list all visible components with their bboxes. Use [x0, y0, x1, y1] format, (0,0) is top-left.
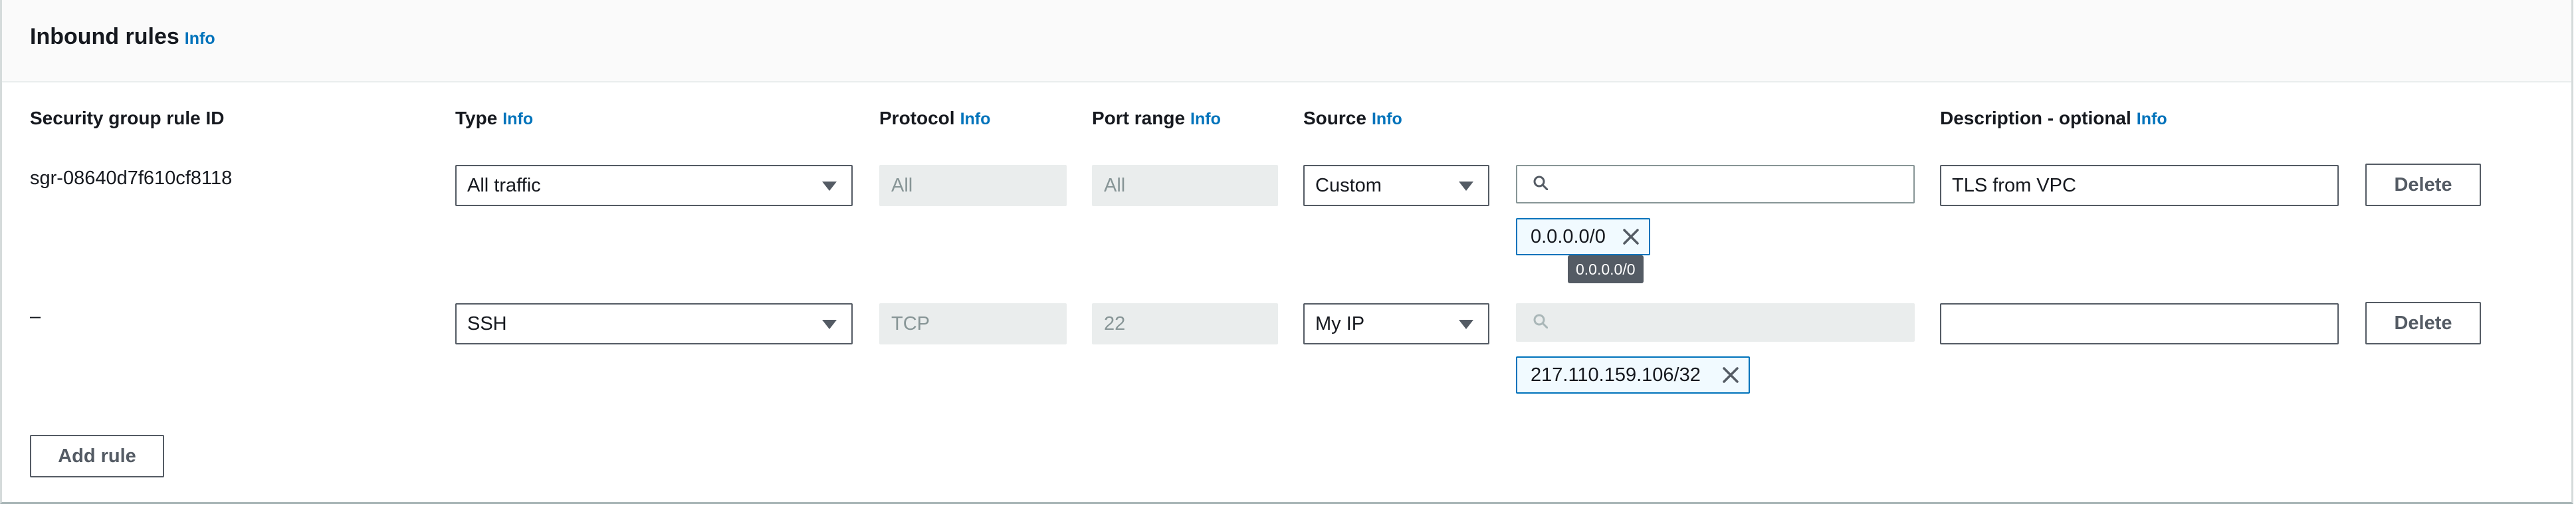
- column-label: Protocol: [879, 108, 955, 128]
- search-icon: [1533, 314, 1548, 328]
- select-value: SSH: [467, 313, 507, 334]
- rule-id: sgr-08640d7f610cf8118: [30, 168, 233, 189]
- column-header-source: Source Info: [1303, 108, 1402, 129]
- column-label: Port range: [1092, 108, 1186, 128]
- source-token: 217.110.159.106/32: [1516, 356, 1750, 394]
- info-link[interactable]: Info: [2137, 110, 2167, 128]
- source-select[interactable]: Custom: [1303, 165, 1489, 206]
- search-icon: [1533, 176, 1548, 190]
- column-header-rule-id: Security group rule ID: [30, 108, 225, 129]
- select-value: Custom: [1315, 175, 1382, 196]
- select-value: All traffic: [467, 175, 541, 196]
- column-label: Source: [1303, 108, 1366, 128]
- token-label: 217.110.159.106/32: [1531, 364, 1701, 386]
- inbound-rules-panel: Inbound rules Info Security group rule ID…: [0, 0, 2573, 504]
- description-input[interactable]: [1940, 303, 2339, 344]
- delete-button[interactable]: Delete: [2365, 302, 2481, 344]
- source-search-input[interactable]: [1516, 165, 1915, 203]
- source-select[interactable]: My IP: [1303, 303, 1489, 344]
- caret-down-icon: [1459, 182, 1473, 191]
- column-label: Description - optional: [1940, 108, 2131, 128]
- caret-down-icon: [822, 182, 837, 191]
- token-tooltip: 0.0.0.0/0: [1568, 255, 1644, 283]
- column-header-description: Description - optional Info: [1940, 108, 2167, 129]
- info-link[interactable]: Info: [960, 110, 991, 128]
- add-rule-button[interactable]: Add rule: [30, 435, 164, 477]
- source-search-input: [1516, 303, 1915, 342]
- delete-button[interactable]: Delete: [2365, 164, 2481, 206]
- column-header-protocol: Protocol Info: [879, 108, 990, 129]
- caret-down-icon: [822, 320, 837, 329]
- type-select[interactable]: SSH: [455, 303, 853, 344]
- column-label: Type: [455, 108, 498, 128]
- column-label: Security group rule ID: [30, 108, 225, 128]
- port-range-field: All: [1092, 165, 1278, 206]
- close-icon[interactable]: [1722, 366, 1739, 384]
- caret-down-icon: [1459, 320, 1473, 329]
- close-icon[interactable]: [1622, 228, 1640, 245]
- column-header-port-range: Port range Info: [1092, 108, 1221, 129]
- protocol-field: All: [879, 165, 1067, 206]
- section-title: Inbound rules: [30, 24, 179, 49]
- description-input[interactable]: TLS from VPC: [1940, 165, 2339, 206]
- select-value: My IP: [1315, 313, 1365, 334]
- type-select[interactable]: All traffic: [455, 165, 853, 206]
- column-header-type: Type Info: [455, 108, 533, 129]
- source-token: 0.0.0.0/0: [1516, 218, 1650, 255]
- info-link[interactable]: Info: [1372, 110, 1402, 128]
- port-range-field: 22: [1092, 303, 1278, 344]
- info-link[interactable]: Info: [1190, 110, 1221, 128]
- panel-header: Inbound rules Info: [2, 0, 2571, 82]
- rule-id: –: [30, 306, 41, 327]
- token-label: 0.0.0.0/0: [1531, 226, 1606, 247]
- page-title: Inbound rules Info: [30, 24, 215, 50]
- protocol-field: TCP: [879, 303, 1067, 344]
- info-link[interactable]: Info: [185, 29, 215, 48]
- info-link[interactable]: Info: [502, 110, 533, 128]
